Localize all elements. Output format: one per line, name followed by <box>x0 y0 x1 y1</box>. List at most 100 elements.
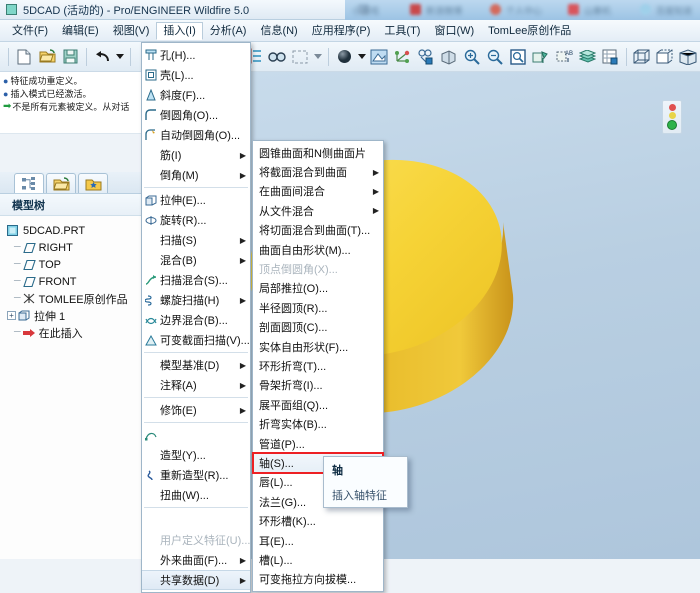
select-dropdown-icon[interactable] <box>313 46 323 68</box>
open-folder-icon[interactable] <box>37 46 58 68</box>
browser-tab-3[interactable]: 山寨机 <box>584 4 611 16</box>
menu-edit[interactable]: 编辑(E) <box>55 22 106 40</box>
menu-window[interactable]: 窗口(W) <box>427 22 481 40</box>
menu-separator <box>144 187 248 188</box>
menu-item-helical-sweep[interactable]: 螺旋扫描(H) ▶ <box>142 290 250 310</box>
menu-item-independent-geometry[interactable]: 扭曲(W)... <box>142 485 250 505</box>
insert-dropdown-menu[interactable]: 孔(H)... 壳(L)... 斜度(F)... 倒圆角(O)... 自动倒圆角… <box>141 42 251 593</box>
expand-icon[interactable]: + <box>7 311 16 320</box>
find-icon[interactable] <box>267 46 288 68</box>
menu-item-revolve[interactable]: 旋转(R)... <box>142 210 250 230</box>
menu-file[interactable]: 文件(F) <box>5 22 55 40</box>
submenu-item-section-dome[interactable]: 剖面圆顶(C)... <box>253 318 383 337</box>
datum-axis-icon[interactable] <box>415 46 436 68</box>
menu-insert[interactable]: 插入(I) <box>156 22 202 40</box>
layers-icon[interactable] <box>577 46 598 68</box>
menu-item-restyle[interactable]: 造型(Y)... <box>142 445 250 465</box>
model-tree-tab[interactable] <box>14 173 44 193</box>
menu-item-chamfer[interactable]: 倒角(M) ▶ <box>142 165 250 185</box>
tree-row-datum-top[interactable]: ─ TOP <box>4 256 145 273</box>
menu-item-model-datum[interactable]: 模型基准(D) ▶ <box>142 355 250 375</box>
datum-plane-icon <box>23 260 36 270</box>
menu-item-rib[interactable]: 筋(I) ▶ <box>142 145 250 165</box>
submenu-item-tangent-to-surface[interactable]: 将切面混合到曲面(T)... <box>253 221 383 240</box>
tree-row-datum-right[interactable]: ─ RIGHT <box>4 239 145 256</box>
shade-icon[interactable] <box>438 46 459 68</box>
menu-item-warp[interactable]: 重新造型(R)... <box>142 465 250 485</box>
menu-item-draft[interactable]: 斜度(F)... <box>142 85 250 105</box>
submenu-item-solid-free-form[interactable]: 实体自由形状(F)... <box>253 337 383 356</box>
menu-item-extrude[interactable]: 拉伸(E)... <box>142 190 250 210</box>
menu-info[interactable]: 信息(N) <box>253 22 304 40</box>
spin-center-icon[interactable] <box>600 46 621 68</box>
tree-row-coord-sys[interactable]: ─ TOMLEE原创作品 <box>4 290 145 307</box>
refit-icon[interactable] <box>507 46 528 68</box>
submenu-item-toroidal-bend[interactable]: 环形折弯(T)... <box>253 356 383 375</box>
menu-applications[interactable]: 应用程序(P) <box>305 22 378 40</box>
select-box-icon[interactable] <box>290 46 311 68</box>
shaded-cube-icon[interactable] <box>678 46 699 68</box>
menu-item-shared-data[interactable]: 外来曲面(F)... ▶ <box>142 550 250 570</box>
tree-row-insert-here[interactable]: ─ 在此插入 <box>4 324 145 341</box>
submenu-item-radius-dome[interactable]: 半径圆顶(R)... <box>253 298 383 317</box>
browser-tab-1[interactable]: 新浪微博 <box>426 4 462 16</box>
menu-custom-tomlee[interactable]: TomLee原创作品 <box>481 22 578 40</box>
advanced-submenu[interactable]: 圆锥曲面和N侧曲面片 将截面混合到曲面 ▶ 在曲面间混合 ▶ 从文件混合 ▶ 将… <box>252 140 384 592</box>
submenu-item-spinal-bend[interactable]: 骨架折弯(I)... <box>253 376 383 395</box>
menu-item-cosmetic[interactable]: 修饰(E) ▶ <box>142 400 250 420</box>
undo-dropdown-icon[interactable] <box>115 46 125 68</box>
annotation-display-icon[interactable]: AB <box>553 46 574 68</box>
favorites-tab[interactable] <box>78 173 108 193</box>
undo-icon[interactable] <box>92 46 113 68</box>
submenu-item-pipe[interactable]: 管道(P)... <box>253 434 383 453</box>
menu-item-udf[interactable] <box>142 510 250 530</box>
menu-item-annotation[interactable]: 注释(A) ▶ <box>142 375 250 395</box>
submenu-item-slot[interactable]: 槽(L)... <box>253 550 383 569</box>
view-manager-icon[interactable] <box>369 46 390 68</box>
submenu-item-conic-nsided[interactable]: 圆锥曲面和N侧曲面片 <box>253 143 383 162</box>
menu-item-advanced[interactable]: 共享数据(D) ▶ <box>142 570 250 590</box>
tree-row-extrude-1[interactable]: + 拉伸 1 <box>4 307 145 324</box>
menu-item-style[interactable] <box>142 425 250 445</box>
datum-plane-display-icon[interactable] <box>530 46 551 68</box>
menu-item-blend[interactable]: 混合(B) ▶ <box>142 250 250 270</box>
submenu-item-from-file[interactable]: 从文件混合 ▶ <box>253 201 383 220</box>
menu-view[interactable]: 视图(V) <box>106 22 157 40</box>
folder-browser-tab[interactable] <box>46 173 76 193</box>
regeneration-status-light[interactable] <box>662 100 682 134</box>
submenu-item-between-surfaces[interactable]: 在曲面间混合 ▶ <box>253 182 383 201</box>
menu-tools[interactable]: 工具(T) <box>377 22 427 40</box>
submenu-item-flatten-quilt[interactable]: 展平面组(Q)... <box>253 395 383 414</box>
new-file-icon[interactable] <box>14 46 35 68</box>
menu-analysis[interactable]: 分析(A) <box>203 22 254 40</box>
menu-item-hole[interactable]: 孔(H)... <box>142 45 250 65</box>
datum-point-icon[interactable] <box>392 46 413 68</box>
submenu-item-local-push[interactable]: 局部推拉(O)... <box>253 279 383 298</box>
submenu-item-section-to-surface[interactable]: 将截面混合到曲面 ▶ <box>253 162 383 181</box>
save-icon[interactable] <box>60 46 81 68</box>
wireframe-icon[interactable] <box>632 46 653 68</box>
submenu-item-neck[interactable]: 环形槽(K)... <box>253 511 383 530</box>
browser-tab-2[interactable]: 个人中心 <box>506 4 542 16</box>
submenu-item-ear[interactable]: 耳(E)... <box>253 531 383 550</box>
menu-item-boundary-blend[interactable]: 边界混合(B)... <box>142 310 250 330</box>
tree-row-datum-front[interactable]: ─ FRONT <box>4 273 145 290</box>
menu-item-sweep[interactable]: 扫描(S) ▶ <box>142 230 250 250</box>
menu-item-swept-blend[interactable]: 扫描混合(S)... <box>142 270 250 290</box>
menu-item-auto-round[interactable]: 自动倒圆角(O)... <box>142 125 250 145</box>
submenu-item-var-pull-draft[interactable]: 可变拖拉方向拔模... <box>253 570 383 589</box>
zoom-out-icon[interactable] <box>484 46 505 68</box>
menu-item-var-section-sweep[interactable]: 可变截面扫描(V)... <box>142 330 250 350</box>
browser-tab-4[interactable]: 百度知道 <box>656 4 692 16</box>
submenu-item-surface-free-form[interactable]: 曲面自由形状(M)... <box>253 240 383 259</box>
submenu-item-bend-solid[interactable]: 折弯实体(B)... <box>253 414 383 433</box>
browser-tab-0[interactable]: 小游戏 <box>352 4 379 16</box>
hidden-line-icon[interactable] <box>655 46 676 68</box>
menu-item-round[interactable]: 倒圆角(O)... <box>142 105 250 125</box>
menu-item-label: 自动倒圆角(O)... <box>160 127 246 143</box>
tree-row-part[interactable]: 5DCAD.PRT <box>4 222 145 239</box>
appearance-dropdown-icon[interactable] <box>357 46 367 68</box>
zoom-in-icon[interactable] <box>461 46 482 68</box>
menu-item-shell[interactable]: 壳(L)... <box>142 65 250 85</box>
appearance-sphere-icon[interactable] <box>334 46 355 68</box>
